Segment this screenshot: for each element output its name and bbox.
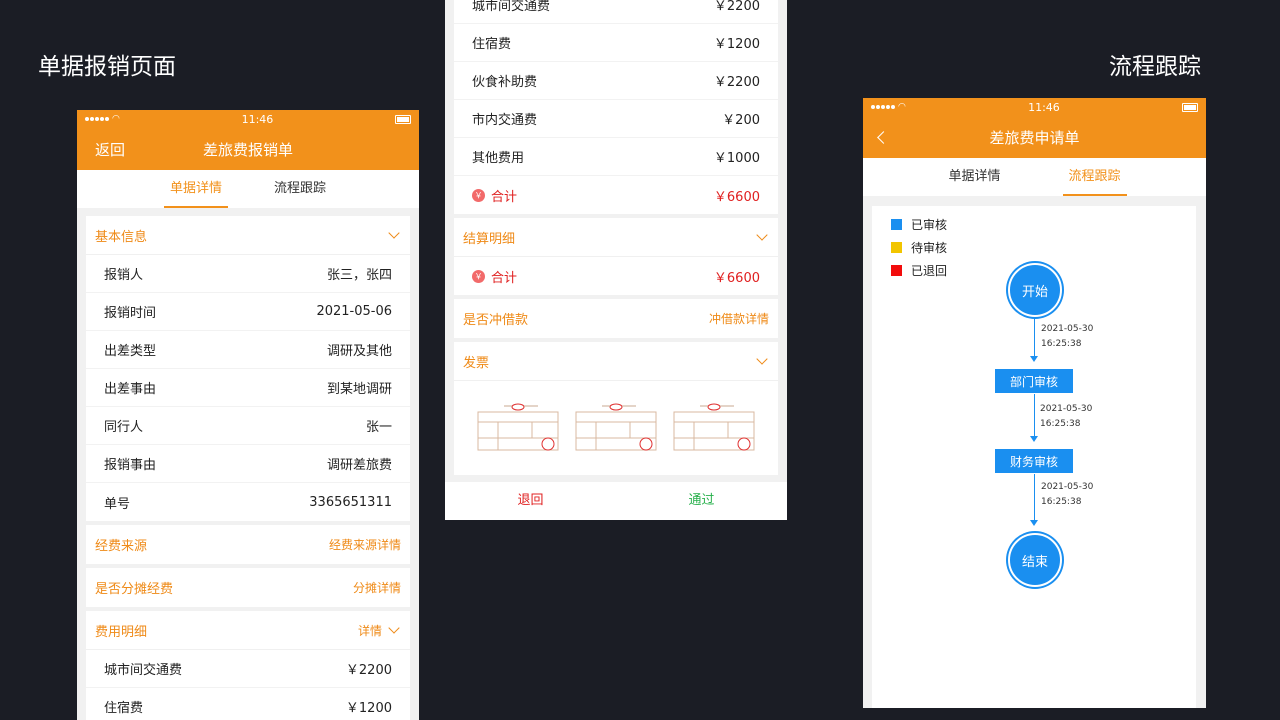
status-time: 11:46 [241,112,274,126]
invoice-thumbnail[interactable] [476,402,560,454]
invoice-thumbnail[interactable] [574,402,658,454]
back-button[interactable]: 返回 [95,139,125,160]
loan-detail-link[interactable]: 冲借款详情 [709,310,769,327]
battery-icon [395,114,411,124]
wifi-icon: ◠ [112,114,120,124]
invoice-title: 发票 [463,355,490,371]
reject-button[interactable]: 退回 [445,482,616,520]
returned-color-swatch [891,265,902,276]
tab-flow[interactable]: 流程跟踪 [1062,158,1127,196]
page-title-right: 流程跟踪 [1109,54,1201,80]
wifi-icon: ◠ [898,102,906,112]
status-time: 11:46 [1028,100,1060,114]
info-row: 报销人 张三，张四 [86,255,410,293]
nav-title: 差旅费申请单 [989,128,1080,147]
expense-title: 费用明细 [95,624,148,640]
invoice-thumbnail[interactable] [672,402,756,454]
split-detail-link[interactable]: 分摊详情 [353,579,401,596]
loan-card[interactable]: 是否冲借款 冲借款详情 [454,299,778,338]
basic-info-card: 基本信息 报销人 张三，张四 报销时间 2021-05-06 出差类型 调研及其他 出… [86,216,410,521]
invoice-card: 发票 [454,342,778,475]
info-row: 同行人 张一 [86,407,410,445]
funding-title: 经费来源 [95,539,148,554]
tab-detail[interactable]: 单据详情 [163,170,229,208]
tab-detail[interactable]: 单据详情 [944,158,1004,196]
flow-start-node: 开始 [1008,263,1062,317]
info-row: 单号 3365651311 [104,494,392,512]
expense-row: 其他费用 ￥1000 [454,138,778,176]
flow-timestamp: 2021-05-30 16:25:38 [1041,482,1094,507]
flow-timestamp: 2021-05-30 16:25:38 [1041,324,1094,349]
phone-reimbursement-detail: ◠ 11:46 返回 差旅费报销单 单据详情 流程跟踪 基本信息 报销人 张三，张… [77,110,419,720]
expense-list-card: 城市间交通费 ￥2200 住宿费 ￥1200 伙食补助费 ￥2200 市内交通费 ￥20… [454,0,778,214]
status-bar: ◠ 11:46 [863,98,1206,116]
legend-item: 已审核 [891,216,947,233]
phone-flow-tracking: ◠ 11:46 差旅费申请单 单据详情 流程跟踪 已审核 待审核 已退回 开始 … [863,98,1206,708]
settlement-header[interactable]: 结算明细 [454,218,778,257]
approved-color-swatch [891,219,902,230]
tab-bar: 单据详情 流程跟踪 [77,170,419,208]
chevron-down-icon[interactable] [388,227,400,239]
expense-row: 伙食补助费 ￥2200 [454,62,778,100]
expense-detail-link[interactable]: 详情 [358,622,382,639]
split-card[interactable]: 是否分摊经费 分摊详情 [86,568,410,607]
pending-color-swatch [891,242,902,253]
expense-row: 市内交通费 ￥200 [454,100,778,138]
tab-bar: 单据详情 流程跟踪 [863,158,1206,196]
loan-title: 是否冲借款 [463,313,529,328]
expense-row: 城市间交通费 ￥2200 [454,0,778,24]
expense-card: 费用明细 详情 城市间交通费 ￥2200 住宿费 ￥1200 [86,611,410,720]
legend-item: 已退回 [891,262,947,279]
basic-info-header[interactable]: 基本信息 [86,216,410,255]
settlement-title: 结算明细 [463,231,516,247]
info-row: 出差事由 到某地调研 [86,369,410,407]
flow-step-dept-review: 部门审核 [995,369,1073,393]
flow-timestamp: 2021-05-30 16:25:38 [1040,404,1093,429]
basic-info-title: 基本信息 [95,229,148,245]
expense-row: 城市间交通费 ￥2200 [86,650,410,688]
info-row: 报销事由 调研差旅费 [86,445,410,483]
page-title-left: 单据报销页面 [38,54,176,80]
flow-end-node: 结束 [1008,533,1062,587]
chevron-down-icon[interactable] [756,353,768,365]
arrow-down-icon [1030,356,1038,362]
flow-panel: 已审核 待审核 已退回 开始 2021-05-30 16:25:38 部门审核 2… [872,206,1196,708]
chevron-down-icon[interactable] [388,622,400,634]
total-icon: ￥ [472,269,485,283]
settlement-total-row: ￥ 合计 ￥6600 [454,257,778,295]
info-row: 报销时间 2021-05-06 [86,293,410,331]
chevron-down-icon[interactable] [756,229,768,241]
legend-item: 待审核 [891,239,947,256]
navbar: 返回 差旅费报销单 [77,128,419,170]
total-icon: ￥ [472,188,485,202]
expense-total-row: ￥ 合计 ￥6600 [454,176,778,214]
expense-header[interactable]: 费用明细 详情 [86,611,410,650]
nav-title: 差旅费报销单 [202,140,293,159]
phone-expense-continued: 城市间交通费 ￥2200 住宿费 ￥1200 伙食补助费 ￥2200 市内交通费 ￥20… [445,0,787,520]
navbar: 差旅费申请单 [863,116,1206,158]
tab-flow[interactable]: 流程跟踪 [270,170,330,208]
battery-icon [1182,102,1198,112]
approve-button[interactable]: 通过 [616,482,787,520]
expense-row: 住宿费 ￥1200 [454,24,778,62]
funding-detail-link[interactable]: 经费来源详情 [329,536,401,553]
funding-card[interactable]: 经费来源 经费来源详情 [86,525,410,564]
invoice-header[interactable]: 发票 [454,342,778,381]
settlement-card: 结算明细 ￥ 合计 ￥6600 [454,218,778,295]
split-title: 是否分摊经费 [95,582,174,597]
back-arrow-icon[interactable] [877,130,890,144]
info-row: 出差类型 调研及其他 [86,331,410,369]
bottom-action-bar: 退回 通过 [445,482,787,520]
status-bar: ◠ 11:46 [77,110,419,128]
arrow-down-icon [1030,520,1038,526]
arrow-down-icon [1030,436,1038,442]
signal-icon [871,105,895,109]
expense-row: 住宿费 ￥1200 [86,688,410,720]
flow-step-finance-review: 财务审核 [995,449,1073,473]
signal-icon [85,117,109,121]
